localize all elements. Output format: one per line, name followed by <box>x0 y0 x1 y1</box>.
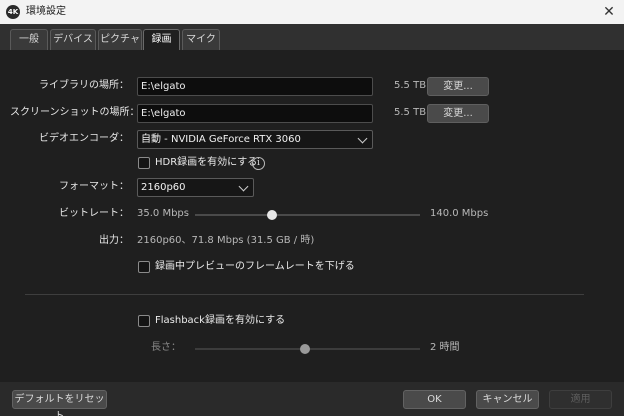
library-size: 5.5 TB <box>394 80 427 91</box>
chevron-down-icon <box>238 181 249 192</box>
hdr-checkbox[interactable] <box>138 157 150 169</box>
reduce-preview-framerate-label: 録画中プレビューのフレームレートを下げる <box>155 261 355 272</box>
bitrate-max: 140.0 Mbps <box>430 208 489 219</box>
close-icon[interactable]: ✕ <box>600 3 618 21</box>
library-location-label: ライブラリの場所： <box>39 80 129 91</box>
screenshot-change-button[interactable]: 変更... <box>427 104 489 123</box>
title-bar: 4K 環境設定 ✕ <box>0 0 624 24</box>
encoder-value: 自動 - NVIDIA GeForce RTX 3060 <box>141 134 301 145</box>
bitrate-slider-handle[interactable] <box>266 210 277 220</box>
info-icon[interactable]: i <box>252 157 265 170</box>
footer-bar: デフォルトをリセット OK キャンセル 適用 <box>0 382 624 416</box>
hdr-label: HDR録画を有効にする <box>155 157 258 168</box>
tab-picture[interactable]: ピクチャ <box>98 29 142 50</box>
apply-button[interactable]: 適用 <box>549 390 612 409</box>
window-title: 環境設定 <box>26 6 66 17</box>
screenshot-path-field[interactable]: E:\elgato <box>137 104 373 123</box>
ok-button[interactable]: OK <box>403 390 466 409</box>
encoder-label: ビデオエンコーダ： <box>39 133 129 144</box>
tab-recording[interactable]: 録画 <box>143 29 180 51</box>
app-icon: 4K <box>6 5 20 19</box>
library-path-field[interactable]: E:\elgato <box>137 77 373 96</box>
recording-settings-panel: ライブラリの場所： E:\elgato 5.5 TB 変更... スクリーンショ… <box>0 50 624 382</box>
encoder-select[interactable]: 自動 - NVIDIA GeForce RTX 3060 <box>137 130 373 149</box>
library-change-button[interactable]: 変更... <box>427 77 489 96</box>
format-value: 2160p60 <box>141 182 186 193</box>
bitrate-min: 35.0 Mbps <box>137 208 189 219</box>
flashback-checkbox[interactable] <box>138 315 150 327</box>
reset-defaults-button[interactable]: デフォルトをリセット <box>12 390 107 416</box>
screenshot-size: 5.5 TB <box>394 107 427 118</box>
reduce-preview-framerate-checkbox[interactable] <box>138 261 150 273</box>
format-label: フォーマット： <box>59 181 129 192</box>
length-label: 長さ： <box>151 342 181 353</box>
output-label: 出力： <box>99 235 129 246</box>
output-value: 2160p60、71.8 Mbps (31.5 GB / 時) <box>137 235 315 246</box>
cancel-button[interactable]: キャンセル <box>476 390 539 409</box>
bitrate-label: ビットレート： <box>59 208 129 219</box>
tab-general[interactable]: 一般 <box>10 29 48 50</box>
length-slider-handle[interactable] <box>300 344 311 354</box>
section-divider <box>25 294 584 295</box>
chevron-down-icon <box>357 133 368 144</box>
tab-bar: 一般 デバイス ピクチャ 録画 マイク <box>0 24 624 51</box>
format-select[interactable]: 2160p60 <box>137 178 254 197</box>
length-value: 2 時間 <box>430 342 460 353</box>
tab-devices[interactable]: デバイス <box>50 29 96 50</box>
flashback-label: Flashback録画を有効にする <box>155 315 286 326</box>
tab-microphone[interactable]: マイク <box>182 29 220 50</box>
screenshot-location-label: スクリーンショットの場所： <box>10 107 140 118</box>
bitrate-slider-track[interactable] <box>195 214 420 216</box>
